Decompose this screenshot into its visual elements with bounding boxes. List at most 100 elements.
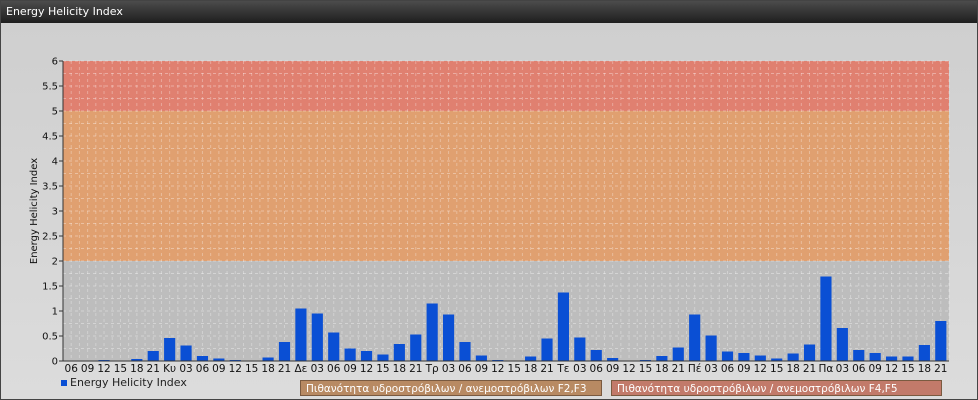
x-tick-label: 18 bbox=[786, 363, 799, 375]
x-tick-label: 15 bbox=[376, 363, 389, 375]
x-tick-label: 03 bbox=[179, 363, 192, 375]
y-tick-label: 3.5 bbox=[42, 182, 58, 193]
x-tick-label: Πα bbox=[819, 363, 834, 375]
x-tick-label: 15 bbox=[901, 363, 914, 375]
y-tick-label: 5 bbox=[52, 107, 58, 118]
legend-label: Energy Helicity Index bbox=[70, 376, 187, 389]
x-tick-label: 09 bbox=[475, 363, 488, 375]
bar bbox=[787, 353, 799, 361]
bar bbox=[164, 338, 176, 361]
bar bbox=[295, 308, 307, 361]
x-tick-label: 09 bbox=[737, 363, 750, 375]
legend: Energy Helicity Index bbox=[61, 376, 187, 389]
y-axis-label: Energy Helicity Index bbox=[29, 158, 40, 264]
x-tick-label: 06 bbox=[721, 363, 735, 375]
bar bbox=[672, 347, 684, 361]
y-tick-label: 2 bbox=[52, 257, 58, 268]
bar bbox=[196, 356, 209, 361]
y-tick-label: 4 bbox=[52, 157, 58, 168]
x-tick-label: 21 bbox=[672, 363, 685, 375]
x-tick-label: 06 bbox=[852, 363, 866, 375]
bar bbox=[738, 353, 750, 361]
x-tick-label: 21 bbox=[409, 363, 422, 375]
bar bbox=[574, 337, 586, 361]
bar bbox=[426, 303, 438, 361]
chart-window: Energy Helicity Index 0 0.5 1 1.5 2 2.5 3 3.5 4 4… bbox=[0, 0, 978, 400]
x-tick-label: 12 bbox=[97, 363, 110, 375]
y-tick-label: 1.5 bbox=[42, 282, 58, 293]
x-tick-label: 03 bbox=[311, 363, 324, 375]
x-tick-label: 18 bbox=[393, 363, 406, 375]
x-tick-label: 12 bbox=[885, 363, 898, 375]
bar bbox=[689, 314, 701, 361]
x-tick-label: 21 bbox=[803, 363, 816, 375]
bar bbox=[278, 342, 291, 361]
bar bbox=[803, 344, 816, 361]
x-tick-label: 18 bbox=[261, 363, 274, 375]
x-tick-label: Πέ bbox=[688, 363, 702, 375]
y-tick-label: 2.5 bbox=[42, 232, 58, 243]
y-tick-label: 0 bbox=[52, 357, 58, 368]
x-tick-label: 18 bbox=[655, 363, 668, 375]
x-tick-label: 03 bbox=[704, 363, 717, 375]
bar bbox=[541, 338, 553, 361]
bar bbox=[180, 345, 192, 361]
bar bbox=[885, 356, 898, 361]
bar bbox=[525, 356, 537, 361]
bar bbox=[721, 351, 734, 361]
y-tick-label: 3 bbox=[52, 207, 58, 218]
bar bbox=[393, 344, 405, 361]
x-tick-label: 12 bbox=[229, 363, 242, 375]
x-tick-label: 21 bbox=[540, 363, 553, 375]
x-tick-label: 09 bbox=[81, 363, 94, 375]
x-tick-label: 06 bbox=[327, 363, 341, 375]
bar bbox=[853, 350, 865, 361]
bar bbox=[410, 334, 422, 361]
x-tick-label: 15 bbox=[114, 363, 127, 375]
x-tick-label: 03 bbox=[836, 363, 849, 375]
x-tick-label: Δε bbox=[294, 363, 307, 375]
bar bbox=[311, 313, 323, 361]
x-tick-label: 18 bbox=[918, 363, 931, 375]
probability-f2-f3-label: Πιθανότητα υδροστρόβιλων / ανεμοστρόβιλω… bbox=[300, 380, 602, 396]
y-tick-labels: 0 0.5 1 1.5 2 2.5 3 3.5 4 4.5 5 5.5 6 bbox=[42, 57, 58, 368]
x-tick-label: 09 bbox=[343, 363, 356, 375]
x-tick-label: 12 bbox=[360, 363, 373, 375]
bar bbox=[344, 348, 356, 361]
x-tick-label: 15 bbox=[770, 363, 783, 375]
y-tick-label: 4.5 bbox=[42, 132, 58, 143]
x-tick-label: 03 bbox=[573, 363, 586, 375]
x-tick-label: 21 bbox=[934, 363, 947, 375]
x-tick-label: Τρ bbox=[425, 363, 439, 375]
bar bbox=[935, 321, 947, 361]
y-tick-label: 6 bbox=[52, 57, 58, 68]
probability-f4-f5-label: Πιθανότητα υδροστρόβιλων / ανεμοστρόβιλω… bbox=[611, 380, 942, 396]
bar bbox=[377, 354, 389, 361]
x-tick-label: 12 bbox=[491, 363, 504, 375]
x-tick-label: 21 bbox=[278, 363, 291, 375]
x-tick-label: 21 bbox=[147, 363, 160, 375]
bar bbox=[328, 332, 340, 361]
bar bbox=[902, 356, 914, 361]
bar bbox=[360, 351, 373, 361]
x-tick-label: 12 bbox=[622, 363, 635, 375]
bar bbox=[459, 342, 471, 361]
bar bbox=[147, 351, 159, 361]
x-tick-label: 15 bbox=[245, 363, 258, 375]
y-tick-label: 5.5 bbox=[42, 82, 58, 93]
bar bbox=[262, 357, 274, 361]
y-tick-label: 1 bbox=[52, 307, 58, 318]
x-tick-label: 09 bbox=[868, 363, 881, 375]
x-tick-label: 18 bbox=[130, 363, 143, 375]
bar bbox=[918, 345, 930, 361]
x-tick-label: 06 bbox=[458, 363, 472, 375]
bar bbox=[754, 355, 766, 361]
x-tick-labels: 06 09 12 15 18 21 Κυ 03 06 09 12 15 18 21 Δε 03 06 09 12 15… bbox=[65, 363, 948, 375]
bar bbox=[590, 350, 602, 361]
x-tick-label: Κυ bbox=[163, 363, 176, 375]
x-tick-label: 06 bbox=[590, 363, 604, 375]
x-tick-label: 09 bbox=[606, 363, 619, 375]
x-tick-label: 06 bbox=[196, 363, 210, 375]
x-tick-label: 18 bbox=[524, 363, 537, 375]
bar bbox=[836, 328, 848, 361]
